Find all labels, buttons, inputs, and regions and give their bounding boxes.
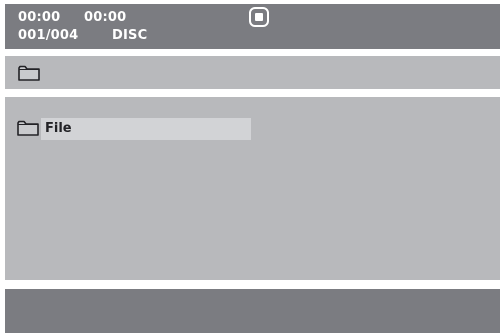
track-counter: 001/004 <box>18 28 79 43</box>
remaining-time: 00:00 <box>84 10 127 25</box>
path-bar <box>5 56 500 89</box>
stop-icon[interactable] <box>249 7 269 27</box>
source-label: DISC <box>112 28 148 43</box>
list-item-selected[interactable]: File <box>41 118 251 140</box>
folder-icon <box>17 120 39 136</box>
file-list-panel: File <box>5 97 500 280</box>
folder-icon <box>18 65 40 81</box>
elapsed-time: 00:00 <box>18 10 61 25</box>
list-item-label: File <box>45 121 72 136</box>
info-bar <box>5 289 500 333</box>
status-bar: 00:00 00:00 001/004 DISC <box>5 4 500 49</box>
